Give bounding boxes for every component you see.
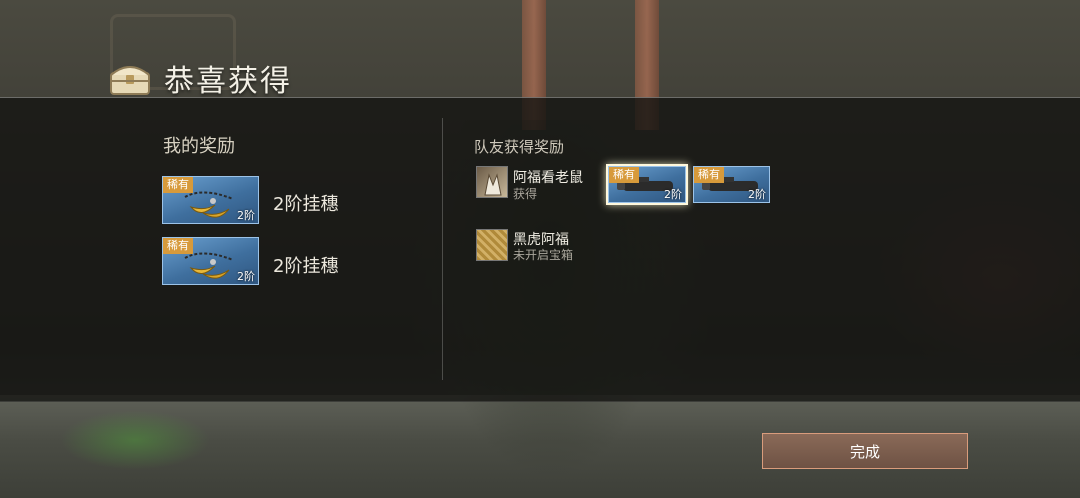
teammate-rewards-heading: 队友获得奖励 — [474, 138, 565, 156]
dialog-title: 恭喜获得 — [164, 64, 292, 99]
background-grass — [60, 410, 210, 470]
teammate-reward-card-1[interactable]: 稀有 2阶 — [606, 164, 688, 205]
fox-face-icon — [484, 173, 502, 196]
dialog-header: 恭喜获得 — [108, 58, 292, 99]
tier-label: 2阶 — [664, 188, 682, 201]
rarity-badge: 稀有 — [694, 167, 724, 183]
teammate-name-1: 阿福看老鼠 — [513, 170, 583, 186]
done-button[interactable]: 完成 — [762, 433, 968, 469]
rarity-badge: 稀有 — [163, 238, 193, 254]
gold-avatar[interactable] — [476, 229, 508, 261]
teammate-status-1: 获得 — [513, 187, 538, 201]
my-rewards-heading: 我的奖励 — [163, 136, 235, 157]
my-reward-card-1[interactable]: 稀有 2阶 — [162, 176, 259, 224]
rarity-badge: 稀有 — [609, 167, 639, 183]
teammate-status-2: 未开启宝箱 — [513, 248, 574, 262]
rarity-badge: 稀有 — [163, 177, 193, 193]
my-reward-name-2: 2阶挂穗 — [273, 256, 339, 277]
fox-avatar[interactable] — [476, 166, 508, 198]
my-reward-card-2[interactable]: 稀有 2阶 — [162, 237, 259, 285]
treasure-chest-icon — [110, 66, 150, 95]
tier-label: 2阶 — [237, 209, 255, 222]
my-reward-name-1: 2阶挂穗 — [273, 194, 339, 215]
tier-label: 2阶 — [237, 270, 255, 283]
panel-divider — [442, 118, 443, 380]
teammate-reward-card-2[interactable]: 稀有 2阶 — [693, 166, 770, 203]
tier-label: 2阶 — [748, 188, 766, 201]
